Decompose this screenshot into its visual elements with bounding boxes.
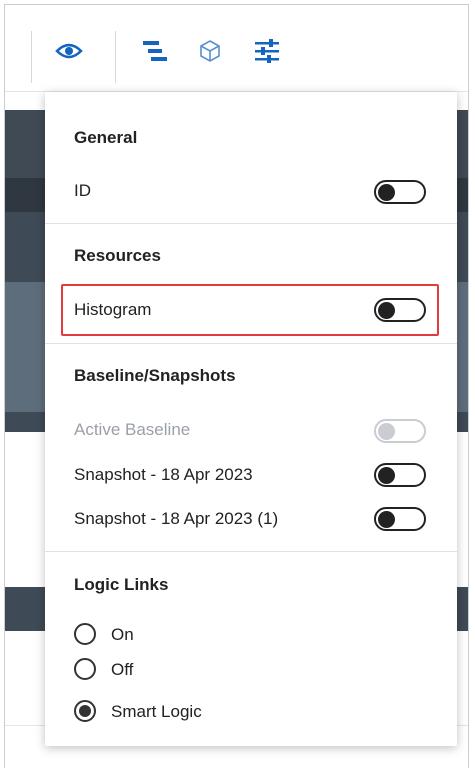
divider <box>45 343 457 344</box>
cube-icon <box>200 40 220 62</box>
snapshot-2-toggle[interactable] <box>374 507 426 531</box>
sliders-icon <box>255 39 279 63</box>
section-heading-logic-links: Logic Links <box>74 575 169 594</box>
view-toggle-button[interactable] <box>49 31 89 71</box>
view-options-panel: General ID Resources Histogram Baseline/… <box>45 92 457 746</box>
active-baseline-toggle <box>374 419 426 443</box>
section-heading-resources: Resources <box>74 246 161 265</box>
divider <box>45 551 457 552</box>
toggle-knob <box>378 423 395 440</box>
top-toolbar <box>5 5 468 92</box>
section-heading-baseline: Baseline/Snapshots <box>74 366 236 385</box>
section-heading-general: General <box>74 128 138 147</box>
toggle-knob <box>378 184 395 201</box>
toolbar-separator <box>31 31 32 83</box>
option-label-snapshot-2: Snapshot - 18 Apr 2023 (1) <box>74 509 279 528</box>
gantt-button[interactable] <box>135 31 175 71</box>
eye-icon <box>55 43 83 59</box>
option-label-histogram: Histogram <box>74 300 152 319</box>
toggle-knob <box>378 302 395 319</box>
radio-on[interactable] <box>74 623 96 645</box>
toolbar-separator <box>115 31 116 83</box>
toggle-knob <box>378 511 395 528</box>
option-label-snapshot-1: Snapshot - 18 Apr 2023 <box>74 465 253 484</box>
radio-label-on: On <box>111 625 134 644</box>
radio-dot <box>79 705 91 717</box>
radio-label-off: Off <box>111 660 134 679</box>
divider <box>45 223 457 224</box>
radio-label-smart-logic: Smart Logic <box>111 702 202 721</box>
radio-off[interactable] <box>74 658 96 680</box>
gantt-bars-icon <box>143 41 167 61</box>
histogram-toggle[interactable] <box>374 298 426 322</box>
radio-smart-logic[interactable] <box>74 700 96 722</box>
option-label-active-baseline: Active Baseline <box>74 420 191 439</box>
id-toggle[interactable] <box>374 180 426 204</box>
option-label-id: ID <box>74 181 91 200</box>
cube-button[interactable] <box>190 31 230 71</box>
toggle-knob <box>378 467 395 484</box>
snapshot-1-toggle[interactable] <box>374 463 426 487</box>
settings-sliders-button[interactable] <box>247 31 287 71</box>
